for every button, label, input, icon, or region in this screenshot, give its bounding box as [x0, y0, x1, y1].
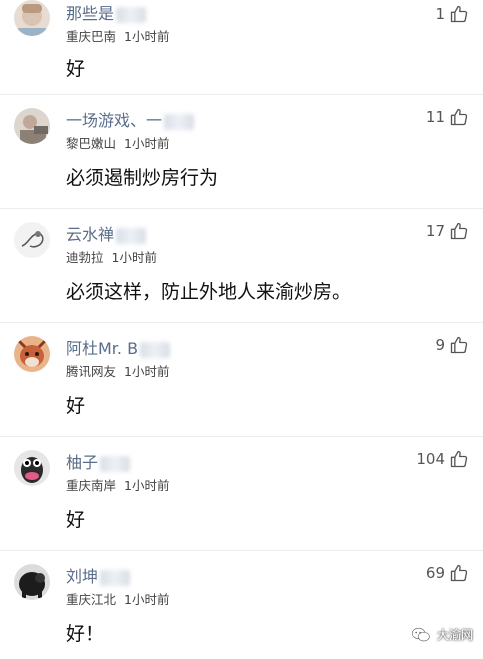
comment-text: 好 — [66, 395, 86, 417]
comment-meta: 黎巴嫩山 1小时前 — [66, 133, 169, 152]
comment-location: 迪勃拉 — [66, 250, 104, 265]
comment-meta: 重庆江北 1小时前 — [66, 589, 169, 608]
like-button[interactable]: 11 — [426, 107, 469, 127]
like-count: 104 — [416, 450, 445, 468]
avatar[interactable] — [14, 336, 50, 372]
comment-text: 好 — [66, 58, 86, 80]
like-count: 11 — [425, 108, 445, 126]
name-blur — [164, 113, 195, 130]
like-count: 9 — [435, 336, 445, 354]
commenter-name-text: 那些是 — [66, 4, 115, 23]
comment-time: 1小时前 — [124, 592, 170, 607]
commenter-name-text: 柚子 — [66, 453, 99, 472]
like-button[interactable]: 17 — [426, 221, 469, 241]
comment-location: 重庆江北 — [66, 592, 117, 607]
avatar[interactable] — [14, 108, 50, 144]
comment-item: 柚子 重庆南岸 1小时前 好 104 — [0, 437, 483, 551]
comment-time: 1小时前 — [124, 29, 170, 44]
name-blur — [100, 569, 131, 586]
avatar[interactable] — [14, 564, 50, 600]
comment-item: 一场游戏、一 黎巴嫩山 1小时前 必须遏制炒房行为 11 — [0, 95, 483, 209]
like-count: 1 — [435, 5, 445, 23]
commenter-name-text: 云水禅 — [66, 225, 115, 244]
commenter-name[interactable]: 阿杜Mr. B — [66, 335, 171, 359]
comment-text: 好 — [66, 509, 86, 531]
like-button[interactable]: 1 — [435, 4, 469, 24]
commenter-name-text: 刘坤 — [66, 567, 99, 586]
wechat-logo-icon — [411, 627, 430, 641]
like-count: 69 — [425, 564, 445, 582]
thumbs-up-icon — [450, 108, 468, 126]
watermark: 大渝网 — [411, 626, 473, 643]
comment-time: 1小时前 — [124, 364, 170, 379]
commenter-name[interactable]: 云水禅 — [66, 221, 147, 245]
avatar[interactable] — [14, 222, 50, 258]
comment-list: 那些是 重庆巴南 1小时前 好 1 一场游戏、一 黎巴嫩山 1小时前 必须遏制炒房行… — [0, 0, 483, 659]
thumbs-up-icon — [450, 336, 468, 354]
commenter-name-text: 一场游戏、一 — [66, 111, 163, 130]
like-button[interactable]: 104 — [416, 449, 469, 469]
comment-time: 1小时前 — [124, 136, 170, 151]
like-button[interactable]: 9 — [435, 335, 469, 355]
comment-location: 重庆巴南 — [66, 29, 117, 44]
comment-meta: 重庆巴南 1小时前 — [66, 26, 169, 45]
like-button[interactable]: 69 — [426, 563, 469, 583]
watermark-text: 大渝网 — [436, 628, 473, 642]
comment-item: 那些是 重庆巴南 1小时前 好 1 — [0, 0, 483, 95]
comment-location: 重庆南岸 — [66, 478, 117, 493]
commenter-name[interactable]: 刘坤 — [66, 563, 131, 587]
comment-meta: 重庆南岸 1小时前 — [66, 475, 169, 494]
commenter-name-text: 阿杜Mr. B — [66, 339, 139, 358]
comment-text: 必须遏制炒房行为 — [66, 167, 219, 189]
comment-location: 腾讯网友 — [66, 364, 117, 379]
commenter-name[interactable]: 那些是 — [66, 0, 147, 24]
comment-meta: 迪勃拉 1小时前 — [66, 247, 157, 266]
thumbs-up-icon — [450, 222, 468, 240]
name-blur — [116, 227, 147, 244]
comment-text: 必须这样，防止外地人来渝炒房。 — [66, 281, 352, 303]
like-count: 17 — [425, 222, 445, 240]
comment-meta: 腾讯网友 1小时前 — [66, 361, 169, 380]
thumbs-up-icon — [450, 564, 468, 582]
avatar[interactable] — [14, 450, 50, 486]
name-blur — [116, 6, 147, 23]
commenter-name[interactable]: 柚子 — [66, 449, 131, 473]
comment-item: 阿杜Mr. B 腾讯网友 1小时前 好 9 — [0, 323, 483, 437]
comment-text: 好！ — [66, 623, 105, 645]
comment-time: 1小时前 — [124, 478, 170, 493]
name-blur — [100, 455, 131, 472]
thumbs-up-icon — [450, 450, 468, 468]
avatar[interactable] — [14, 0, 50, 36]
name-blur — [140, 341, 171, 358]
comment-item: 云水禅 迪勃拉 1小时前 必须这样，防止外地人来渝炒房。 17 — [0, 209, 483, 323]
comment-location: 黎巴嫩山 — [66, 136, 117, 151]
thumbs-up-icon — [450, 5, 468, 23]
commenter-name[interactable]: 一场游戏、一 — [66, 107, 195, 131]
comment-time: 1小时前 — [111, 250, 157, 265]
